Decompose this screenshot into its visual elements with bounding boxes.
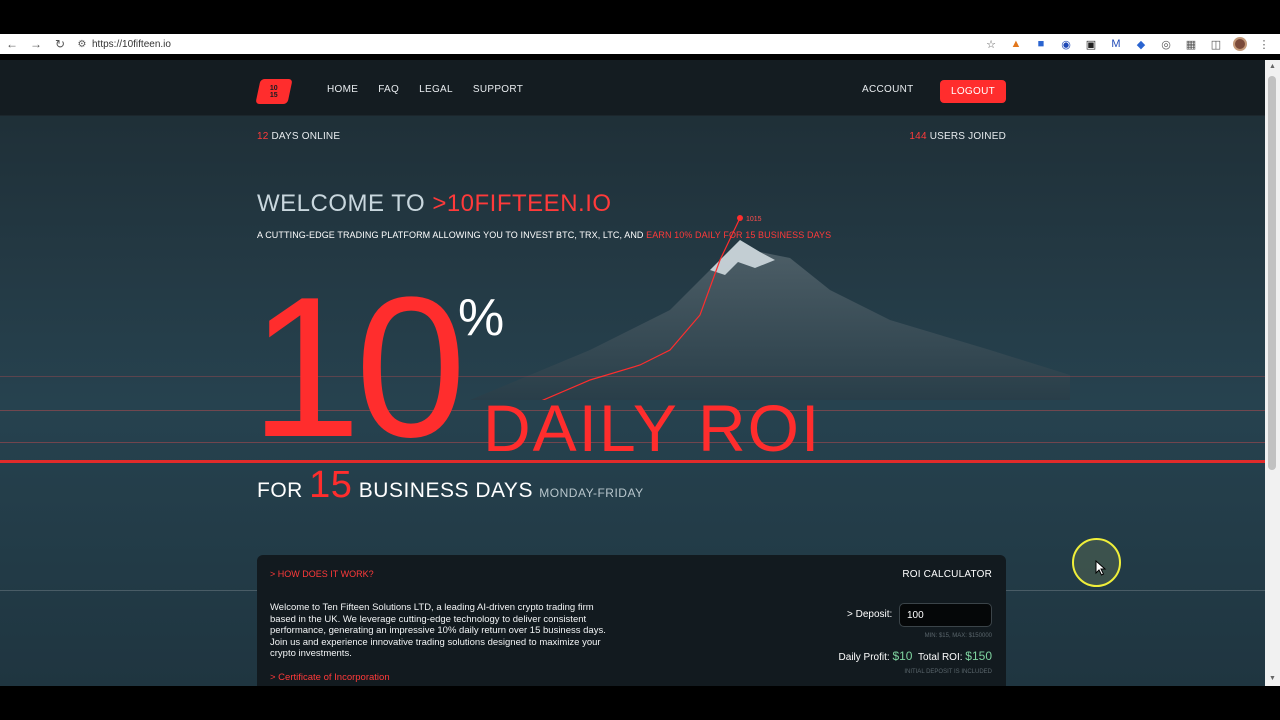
total-roi-value: $150 — [965, 649, 992, 663]
welcome-heading: WELCOME TO >10FIFTEEN.IO — [257, 190, 612, 218]
decor-line — [0, 376, 1265, 377]
intro-paragraph: Welcome to Ten Fifteen Solutions LTD, a … — [270, 602, 606, 659]
bookmark-star-icon[interactable]: ☆ — [983, 37, 999, 51]
logo-text: 10 15 — [270, 84, 278, 99]
url-text[interactable]: https://10fifteen.io — [92, 39, 171, 50]
extension-icon[interactable]: ▣ — [1083, 37, 1099, 51]
business-days-label: BUSINESS DAYS — [352, 479, 540, 502]
forward-icon[interactable]: → — [24, 34, 48, 54]
nav-support[interactable]: SUPPORT — [473, 84, 523, 95]
puzzle-extensions-icon[interactable]: ▦ — [1183, 37, 1199, 51]
extension-icon[interactable]: ◎ — [1158, 37, 1174, 51]
deposit-limits: MIN: $15, MAX: $150000 — [924, 633, 992, 639]
users-joined-label: USERS JOINED — [926, 131, 1006, 142]
certificate-link[interactable]: > Certificate of Incorporation — [270, 672, 390, 683]
extensions-row: ☆ ▲ ■ ◉ ▣ M ◆ ◎ ▦ ◫ ⋮ — [983, 34, 1272, 54]
reload-icon[interactable]: ↻ — [48, 34, 72, 54]
extension-icon[interactable]: ■ — [1033, 37, 1049, 51]
browser-toolbar: ← → ↻ ⚙ https://10fifteen.io ☆ ▲ ■ ◉ ▣ M… — [0, 34, 1280, 54]
side-panel-icon[interactable]: ◫ — [1208, 37, 1224, 51]
info-card: > HOW DOES IT WORK? ROI CALCULATOR Welco… — [257, 555, 1006, 686]
menu-kebab-icon[interactable]: ⋮ — [1256, 37, 1272, 51]
how-it-works-link[interactable]: > HOW DOES IT WORK? — [270, 569, 374, 579]
account-link[interactable]: ACCOUNT — [862, 84, 914, 95]
tagline: A CUTTING-EDGE TRADING PLATFORM ALLOWING… — [257, 230, 831, 240]
for-label: FOR — [257, 479, 310, 502]
site-header: 10 15 HOME FAQ LEGAL SUPPORT ACCOUNT LOGO… — [0, 60, 1265, 116]
logout-button[interactable]: LOGOUT — [940, 80, 1006, 103]
tagline-text: A CUTTING-EDGE TRADING PLATFORM ALLOWING… — [257, 230, 647, 240]
tagline-highlight: EARN 10% DAILY FOR 15 BUSINESS DAYS — [646, 230, 832, 240]
daily-roi-heading: DAILY ROI — [483, 391, 822, 465]
roi-calculator-title: ROI CALCULATOR — [902, 569, 992, 580]
nav-faq[interactable]: FAQ — [378, 84, 399, 95]
peak-label: 1015 — [746, 216, 762, 223]
main-nav: HOME FAQ LEGAL SUPPORT — [327, 84, 523, 95]
days-online-stat: 12 DAYS ONLINE — [257, 131, 340, 142]
back-icon[interactable]: ← — [0, 34, 24, 54]
days-online-label: DAYS ONLINE — [268, 131, 341, 142]
total-roi-label: Total ROI: — [918, 652, 966, 663]
weekdays-label: MONDAY-FRIDAY — [539, 486, 644, 500]
nav-legal[interactable]: LEGAL — [419, 84, 453, 95]
days-online-count: 12 — [257, 131, 269, 142]
brand-name: >10FIFTEEN.IO — [432, 190, 612, 217]
site-settings-icon[interactable]: ⚙ — [74, 39, 90, 50]
scroll-down-icon[interactable]: ▼ — [1265, 672, 1280, 686]
shield-extension-icon[interactable]: ◆ — [1133, 37, 1149, 51]
scroll-up-icon[interactable]: ▲ — [1265, 60, 1280, 74]
users-joined-stat: 144 USERS JOINED — [909, 131, 1006, 142]
metamask-extension-icon[interactable]: ▲ — [1008, 37, 1024, 51]
users-joined-count: 144 — [909, 131, 927, 142]
address-bar[interactable]: ⚙ https://10fifteen.io — [74, 39, 171, 50]
roi-percent-sign: % — [458, 289, 505, 347]
page-viewport: 10 15 HOME FAQ LEGAL SUPPORT ACCOUNT LOGO… — [0, 60, 1265, 686]
duration-line: FOR 15 BUSINESS DAYS MONDAY-FRIDAY — [257, 464, 644, 507]
mouse-cursor-icon — [1095, 560, 1107, 576]
nav-home[interactable]: HOME — [327, 84, 358, 95]
extension-icon[interactable]: ◉ — [1058, 37, 1074, 51]
days-number: 15 — [309, 464, 353, 506]
site-logo[interactable]: 10 15 — [255, 79, 293, 104]
roi-big-number: 10 — [250, 256, 466, 479]
profit-summary: Daily Profit: $10 Total ROI: $150 — [839, 649, 992, 663]
extension-icon[interactable]: M — [1108, 37, 1124, 51]
screen: ← → ↻ ⚙ https://10fifteen.io ☆ ▲ ■ ◉ ▣ M… — [0, 0, 1280, 720]
deposit-input[interactable] — [899, 603, 992, 627]
page-scrollbar[interactable]: ▲ ▼ — [1265, 60, 1280, 686]
initial-deposit-note: INITIAL DEPOSIT IS INCLUDED — [904, 669, 992, 675]
profile-avatar[interactable] — [1233, 37, 1247, 51]
scroll-thumb[interactable] — [1268, 76, 1276, 470]
daily-profit-value: $10 — [892, 649, 913, 663]
deposit-label: > Deposit: — [847, 609, 893, 620]
welcome-prefix: WELCOME TO — [257, 190, 433, 217]
daily-profit-label: Daily Profit: — [838, 652, 893, 663]
